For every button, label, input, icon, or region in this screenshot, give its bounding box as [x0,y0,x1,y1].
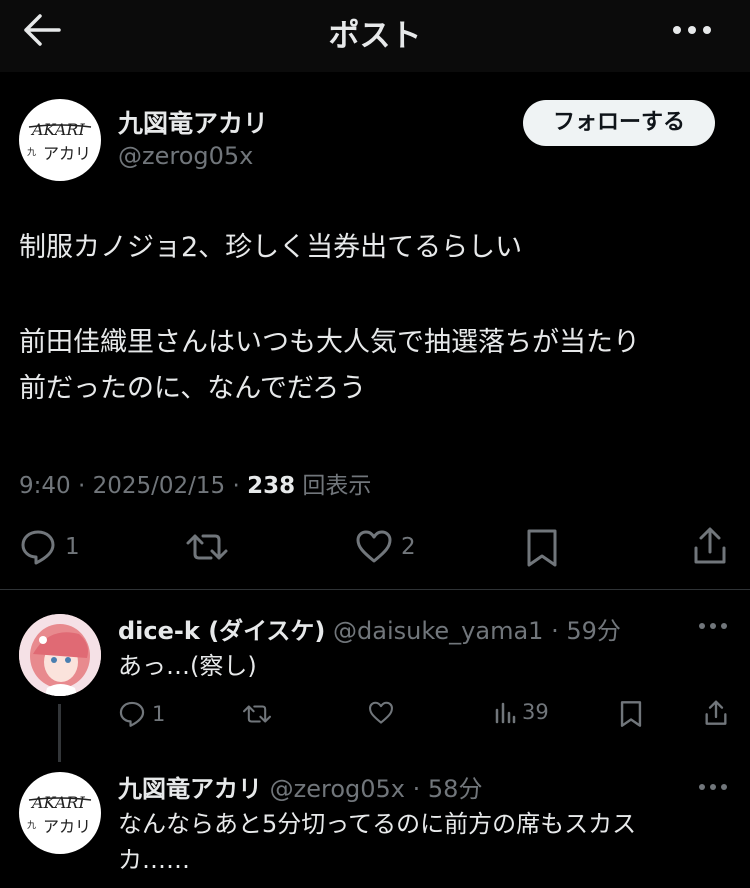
like-count: 2 [401,534,416,560]
reply-icon [21,530,55,565]
more-options-icon[interactable] [672,15,712,45]
reply-handle[interactable]: @zerog05x [270,775,405,803]
svg-text:アカリ: アカリ [43,144,91,163]
reply-header: dice-k (ダイスケ) @daisuke_yama1 · 59分 [118,611,621,646]
reply-more-icon[interactable] [698,779,728,798]
reply-display-name[interactable]: 九図竜アカリ [118,775,262,803]
share-icon [694,527,726,564]
post-meta: 9:40 · 2025/02/15 · 238 回表示 [19,466,371,500]
reply-avatar[interactable] [19,614,101,696]
like-action[interactable]: 2 [355,528,416,566]
reply-views-action[interactable]: 39 [494,700,549,724]
post-text-line3: 前だったのに、なんでだろう [19,373,367,404]
reply-icon [119,701,145,727]
post-text-line2: 前田佳織里さんはいつも大人気で抽選落ちが当たり [19,327,640,358]
reply-handle[interactable]: @daisuke_yama1 [333,617,543,645]
reply-text-line1: なんならあと5分切ってるのに前方の席もスカス [118,810,637,838]
svg-text:AKARI: AKARI [30,793,85,812]
thread-line [58,704,61,762]
share-action[interactable] [692,526,728,566]
divider [0,589,750,590]
post-timestamp: 9:40 · 2025/02/15 · [19,473,248,499]
analytics-icon [495,702,516,724]
reply-header: 九図竜アカリ @zerog05x · 58分 [118,769,482,804]
reply-action[interactable]: 1 [19,528,80,566]
follow-button[interactable]: フォローする [523,100,715,146]
reply-text: あっ…(察し) [118,652,257,680]
repost-icon [186,534,228,560]
author-handle[interactable]: @zerog05x [118,142,253,170]
svg-text:アカリ: アカリ [43,817,91,836]
reply-count: 1 [65,534,80,560]
author-display-name[interactable]: 九図竜アカリ [118,104,268,140]
svg-text:九: 九 [27,147,36,158]
view-count[interactable]: 238 [247,473,295,499]
reply-more-icon[interactable] [698,618,728,637]
reply-reply-count: 1 [152,702,166,726]
reply-avatar[interactable]: AKARI 九 アカリ [19,772,101,854]
reply-bookmark-action[interactable] [620,700,642,728]
bookmark-icon [620,701,642,727]
reply-view-count: 39 [522,700,549,724]
page-title: ポスト [328,18,422,54]
reply-share-action[interactable] [704,699,728,727]
reply-age: · 59分 [543,617,621,645]
repost-action[interactable] [185,528,229,566]
view-label: 回表示 [295,473,372,499]
reply-text-line2: カ…… [118,846,190,874]
share-icon [705,700,727,725]
reply-display-name[interactable]: dice-k (ダイスケ) [118,617,325,645]
bookmark-icon [527,529,557,567]
post-text-line1: 制服カノジョ2、珍しく当券出てるらしい [19,232,523,263]
repost-icon [243,705,271,723]
reply-age: · 58分 [405,775,483,803]
reply-repost-action[interactable] [242,700,272,728]
bookmark-action[interactable] [526,528,558,568]
avatar[interactable]: AKARI 九 アカリ [19,99,101,181]
svg-text:九: 九 [27,820,36,831]
heart-icon [356,530,392,563]
reply-like-action[interactable] [368,700,394,726]
svg-text:AKARI: AKARI [30,120,85,139]
heart-icon [369,701,393,724]
reply-reply-action[interactable]: 1 [118,700,165,728]
